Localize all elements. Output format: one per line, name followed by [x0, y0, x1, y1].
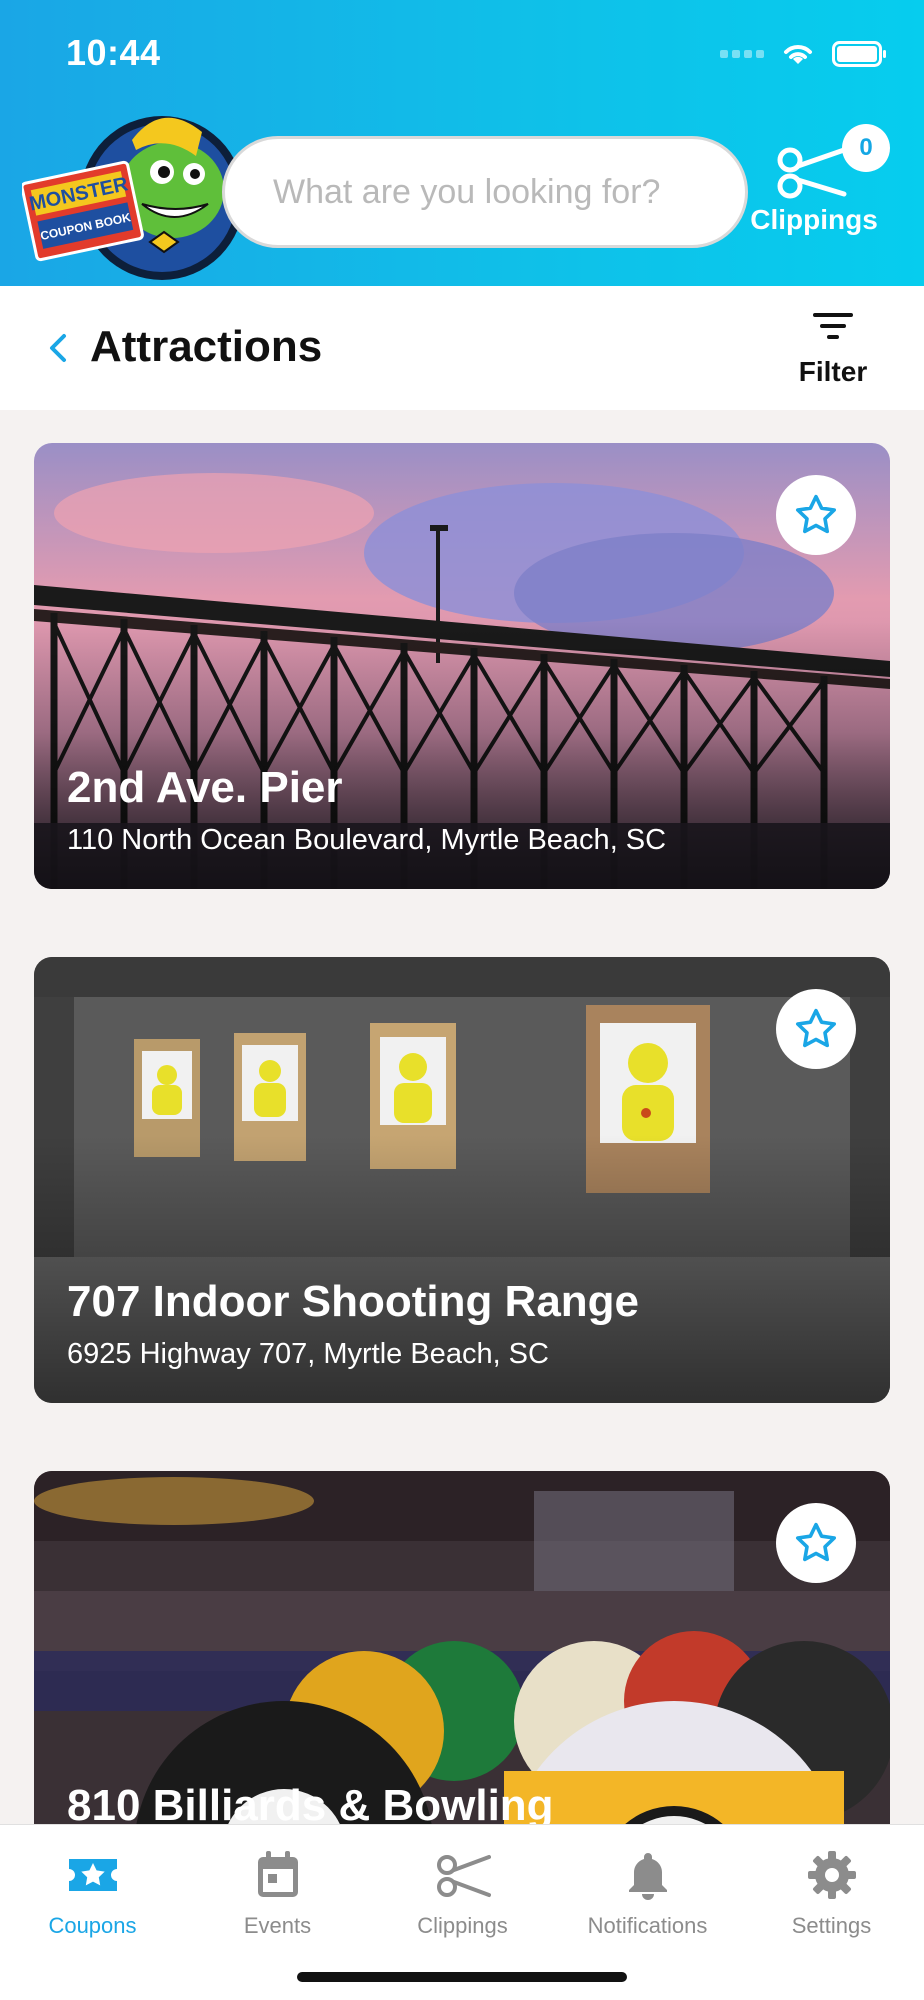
clippings-header-button[interactable]: 0 Clippings	[744, 124, 914, 244]
card-title: 707 Indoor Shooting Range	[67, 1277, 640, 1326]
gear-icon	[807, 1851, 856, 1899]
tab-coupons[interactable]: Coupons	[0, 1843, 185, 1953]
category-bar: Attractions Filter	[0, 286, 924, 410]
tab-label: Settings	[791, 1913, 872, 1938]
app-header: 10:44 MONSTER COUPON BOOK What are you l…	[0, 0, 924, 286]
bell-icon	[628, 1853, 667, 1900]
cellular-signal-icon	[720, 50, 764, 58]
filter-label: Filter	[798, 356, 868, 387]
back-chevron-icon[interactable]	[44, 330, 74, 366]
calendar-icon	[257, 1851, 298, 1897]
status-bar: 10:44	[0, 0, 924, 110]
battery-icon	[832, 41, 886, 67]
status-icons	[720, 40, 888, 68]
tab-label: Notifications	[587, 1913, 708, 1938]
favorite-button[interactable]	[776, 1503, 856, 1583]
star-outline-icon	[796, 1522, 836, 1562]
tab-label: Events	[243, 1913, 312, 1938]
favorite-button[interactable]	[776, 475, 856, 555]
card-title: 2nd Ave. Pier	[67, 763, 343, 812]
star-outline-icon	[796, 494, 836, 534]
coupon-star-icon	[68, 1859, 117, 1891]
search-input[interactable]: What are you looking for?	[222, 136, 748, 248]
scissors-icon	[777, 147, 847, 199]
attraction-card[interactable]: 707 Indoor Shooting Range 6925 Highway 7…	[34, 957, 890, 1403]
filter-icon	[813, 313, 853, 339]
tab-settings[interactable]: Settings	[739, 1843, 924, 1953]
tab-events[interactable]: Events	[185, 1843, 370, 1953]
home-indicator	[297, 1972, 627, 1982]
page-title: Attractions	[90, 322, 323, 371]
monster-coupon-book-logo[interactable]: MONSTER COUPON BOOK	[22, 100, 246, 282]
attraction-card[interactable]: 2nd Ave. Pier 110 North Ocean Boulevard,…	[34, 443, 890, 889]
card-address: 110 North Ocean Boulevard, Myrtle Beach,…	[67, 824, 667, 856]
tab-label: Coupons	[48, 1913, 137, 1938]
search-placeholder: What are you looking for?	[273, 172, 661, 211]
card-address: 6925 Highway 707, Myrtle Beach, SC	[67, 1338, 549, 1370]
billiards-image: 8 10	[34, 1471, 890, 1824]
tab-label: Clippings	[417, 1913, 508, 1938]
status-time: 10:44	[66, 32, 161, 73]
clippings-label: Clippings	[750, 204, 878, 235]
clippings-count-badge: 0	[842, 124, 890, 172]
favorite-button[interactable]	[776, 989, 856, 1069]
attraction-card[interactable]: 8 10 810 Billiards & Bowling	[34, 1471, 890, 1824]
scissors-icon	[436, 1855, 491, 1897]
star-outline-icon	[796, 1008, 836, 1048]
attractions-list[interactable]: 2nd Ave. Pier 110 North Ocean Boulevard,…	[0, 410, 924, 1824]
tab-notifications[interactable]: Notifications	[555, 1843, 740, 1953]
tab-clippings[interactable]: Clippings	[370, 1843, 555, 1953]
filter-button[interactable]: Filter	[788, 306, 878, 396]
card-title: 810 Billiards & Bowling	[67, 1781, 554, 1824]
wifi-icon	[784, 45, 812, 64]
